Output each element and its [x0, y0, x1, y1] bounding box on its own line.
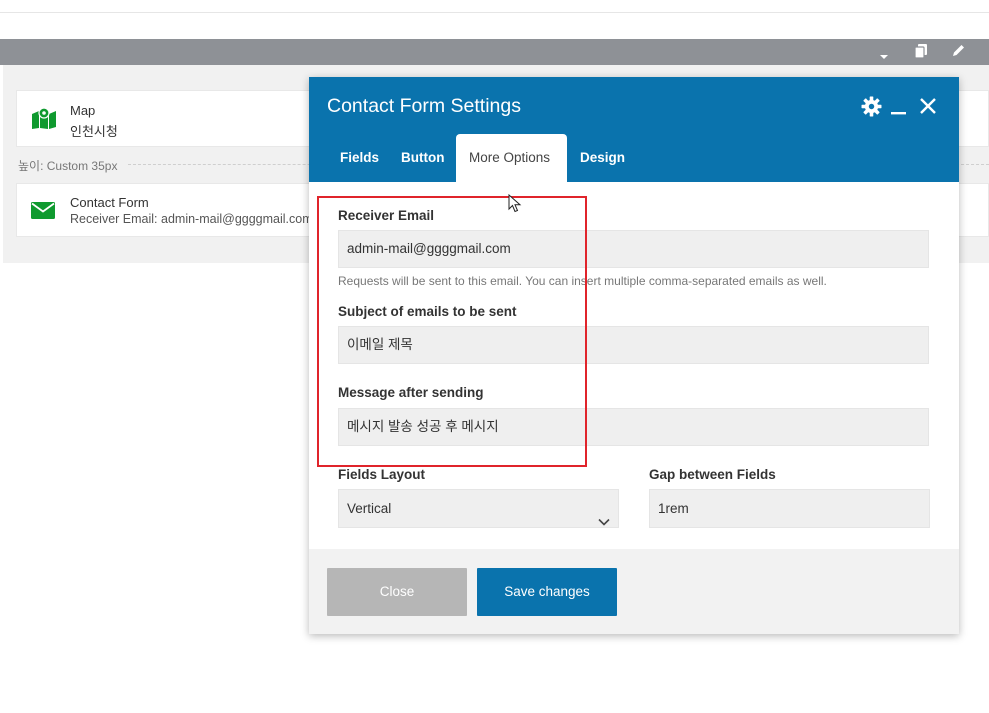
mouse-cursor-icon	[508, 193, 522, 219]
tab-fields[interactable]: Fields	[327, 134, 392, 182]
subject-input[interactable]: 이메일 제목	[338, 326, 929, 364]
close-button[interactable]: Close	[327, 568, 467, 616]
copy-icon[interactable]	[914, 43, 928, 63]
top-strip	[0, 0, 989, 13]
message-after-input[interactable]: 메시지 발송 성공 후 메시지	[338, 408, 929, 446]
contact-form-block-title: Contact Form	[70, 195, 149, 210]
map-block-title: Map	[70, 103, 96, 118]
message-after-label: Message after sending	[338, 385, 484, 400]
gear-icon[interactable]	[861, 96, 882, 122]
chevron-down-icon	[598, 503, 610, 540]
modal-header: Contact Form Settings Fields Button More…	[309, 77, 959, 182]
contact-form-block-subtitle: Receiver Email: admin-mail@ggggmail.com	[70, 212, 313, 226]
pencil-icon[interactable]	[951, 43, 966, 62]
modal-title: Contact Form Settings	[327, 95, 521, 117]
modal-footer: Close Save changes	[309, 549, 959, 634]
receiver-email-help: Requests will be sent to this email. You…	[338, 274, 827, 288]
map-block-subtitle: 인천시청	[70, 124, 118, 139]
fields-layout-select[interactable]: Vertical	[338, 489, 619, 528]
gap-label: Gap between Fields	[649, 467, 776, 482]
block-toolbar	[0, 39, 989, 65]
settings-modal: Contact Form Settings Fields Button More…	[309, 77, 959, 634]
tab-button[interactable]: Button	[388, 134, 457, 182]
subject-label: Subject of emails to be sent	[338, 304, 517, 319]
gap-input[interactable]: 1rem	[649, 489, 930, 528]
tab-more-options[interactable]: More Options	[456, 134, 567, 182]
close-icon[interactable]	[919, 97, 937, 120]
minimize-icon[interactable]	[890, 97, 907, 121]
save-changes-button[interactable]: Save changes	[477, 568, 617, 616]
map-icon	[31, 106, 57, 135]
fields-layout-label: Fields Layout	[338, 467, 426, 482]
caret-down-icon[interactable]	[879, 47, 889, 65]
receiver-email-input[interactable]: admin-mail@ggggmail.com	[338, 230, 929, 268]
tab-design[interactable]: Design	[567, 134, 638, 182]
spacer-height-label: 높이: Custom 35px	[18, 159, 118, 173]
fields-layout-value: Vertical	[347, 501, 392, 516]
envelope-icon	[31, 202, 55, 224]
receiver-email-label: Receiver Email	[338, 208, 435, 223]
